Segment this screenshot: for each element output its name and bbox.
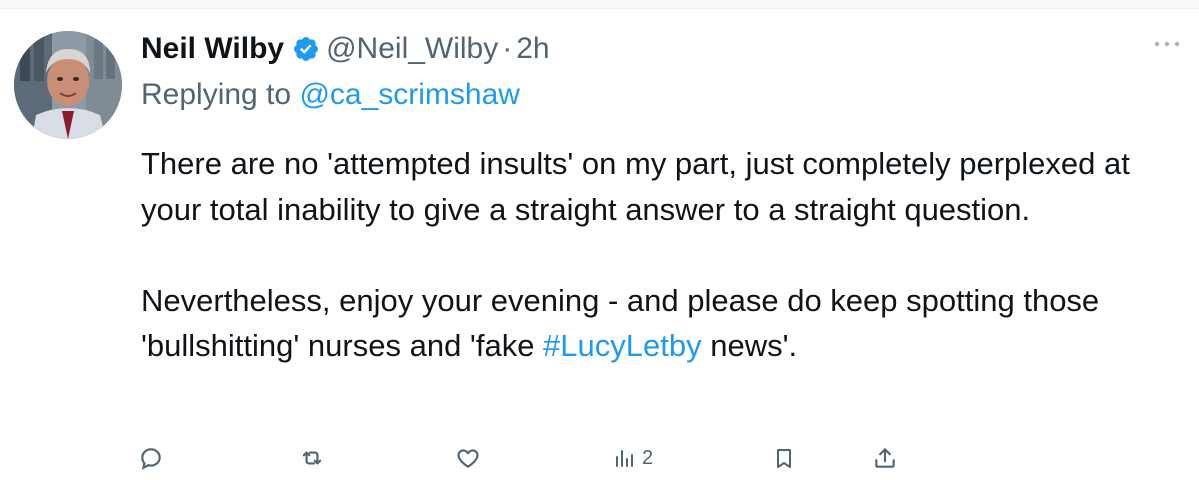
- retweet-button[interactable]: [298, 440, 326, 476]
- hashtag-link[interactable]: #LucyLetby: [543, 328, 702, 363]
- verified-badge-icon[interactable]: [292, 35, 320, 63]
- timestamp[interactable]: 2h: [516, 32, 549, 66]
- more-options-icon[interactable]: [1150, 34, 1184, 54]
- reply-button[interactable]: [138, 440, 164, 476]
- retweet-icon: [298, 445, 326, 471]
- replying-to-mention[interactable]: @ca_scrimshaw: [299, 78, 520, 111]
- tweet-text: There are no 'attempted insults' on my p…: [141, 141, 1191, 369]
- top-divider: [0, 0, 1199, 9]
- reply-icon: [138, 445, 164, 471]
- tweet-header: Neil Wilby @Neil_Wilby · 2h: [141, 26, 550, 72]
- replying-to-line: Replying to @ca_scrimshaw: [141, 78, 520, 112]
- bookmark-icon: [772, 445, 796, 471]
- action-bar: 2: [0, 440, 1199, 480]
- separator-dot: ·: [502, 32, 513, 65]
- avatar-photo: [14, 31, 122, 139]
- tweet-paragraph-2-end: news'.: [701, 328, 798, 363]
- tweet-paragraph-2: Nevertheless, enjoy your evening - and p…: [141, 278, 1191, 369]
- like-button[interactable]: [454, 440, 482, 476]
- views-count: 2: [642, 446, 654, 469]
- share-button[interactable]: [872, 440, 898, 476]
- avatar[interactable]: [14, 31, 122, 139]
- bar-chart-icon: [612, 445, 636, 471]
- replying-to-label: Replying to: [141, 78, 292, 111]
- share-icon: [872, 445, 898, 471]
- author-name[interactable]: Neil Wilby: [141, 32, 284, 66]
- views-button[interactable]: 2: [612, 440, 653, 476]
- heart-icon: [454, 445, 482, 471]
- author-handle[interactable]: @Neil_Wilby: [326, 32, 498, 66]
- tweet-paragraph-1: There are no 'attempted insults' on my p…: [141, 146, 1130, 227]
- bookmark-button[interactable]: [772, 440, 796, 476]
